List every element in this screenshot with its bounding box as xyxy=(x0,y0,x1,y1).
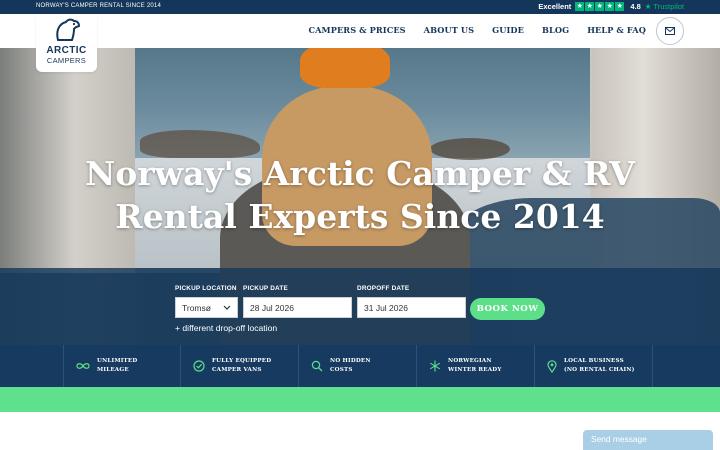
feature-text: FULLY EQUIPPED CAMPER VANS xyxy=(212,358,272,373)
hero-headline: Norway's Arctic Camper & RV Rental Exper… xyxy=(85,154,635,236)
star-icon: ★ xyxy=(575,2,585,11)
feature-item: LOCAL BUSINESS (NO RENTAL CHAIN) xyxy=(535,345,653,387)
nav-campers-prices[interactable]: CAMPERS & PRICES xyxy=(308,25,405,35)
trustpilot-logo: ★ Trustpilot xyxy=(644,2,684,11)
feature-text: NORWEGIAN WINTER READY xyxy=(448,358,502,373)
dropoff-date-field[interactable]: 31 Jul 2026 xyxy=(357,297,466,318)
location-pin-icon xyxy=(547,359,557,373)
features-strip: UNLIMITED MILEAGE FULLY EQUIPPED CAMPER … xyxy=(0,345,720,387)
feature-text: NO HIDDEN COSTS xyxy=(330,358,371,373)
feature-item: FULLY EQUIPPED CAMPER VANS xyxy=(181,345,299,387)
rating-label: Excellent xyxy=(538,2,572,11)
pickup-date-label: PICKUP DATE xyxy=(243,285,288,292)
feature-item: NO HIDDEN COSTS xyxy=(299,345,417,387)
star-icon: ★ xyxy=(595,2,605,11)
snowflake-icon xyxy=(429,360,441,372)
magnifier-icon xyxy=(311,360,323,372)
pickup-location-label: PICKUP LOCATION xyxy=(175,285,237,292)
logo-line2: CAMPERS xyxy=(46,56,87,65)
star-icon: ★ xyxy=(585,2,595,11)
book-now-button[interactable]: BOOK NOW xyxy=(470,298,545,320)
nav-about-us[interactable]: ABOUT US xyxy=(424,25,475,35)
pickup-location-value: Tromsø xyxy=(182,303,211,313)
different-dropoff-link[interactable]: + different drop-off location xyxy=(175,323,277,333)
feature-text: LOCAL BUSINESS (NO RENTAL CHAIN) xyxy=(564,358,635,373)
star-icon: ★ xyxy=(605,2,615,11)
feature-item: UNLIMITED MILEAGE xyxy=(63,345,181,387)
rating-score: 4.8 xyxy=(630,2,641,11)
logo-line1: ARCTIC xyxy=(46,45,87,56)
trustpilot-widget[interactable]: Excellent ★ ★ ★ ★ ★ 4.8 ★ Trustpilot xyxy=(538,2,684,11)
contact-button[interactable] xyxy=(656,17,684,45)
brand-logo[interactable]: ARCTIC CAMPERS xyxy=(36,14,97,72)
pickup-date-value: 28 Jul 2026 xyxy=(250,303,294,313)
dropoff-date-label: DROPOFF DATE xyxy=(357,285,410,292)
main-nav: CAMPERS & PRICES ABOUT US GUIDE BLOG HEL… xyxy=(308,25,646,35)
chevron-down-icon xyxy=(223,305,231,310)
top-bar: NORWAY'S CAMPER RENTAL SINCE 2014 Excell… xyxy=(0,0,720,14)
feature-text: UNLIMITED MILEAGE xyxy=(97,358,138,373)
site-header: CAMPERS & PRICES ABOUT US GUIDE BLOG HEL… xyxy=(0,14,720,48)
green-band xyxy=(0,387,720,412)
pickup-location-select[interactable]: Tromsø xyxy=(175,297,238,318)
nav-guide[interactable]: GUIDE xyxy=(492,25,524,35)
pickup-date-field[interactable]: 28 Jul 2026 xyxy=(243,297,352,318)
star-icon: ★ xyxy=(615,2,625,11)
tagline: NORWAY'S CAMPER RENTAL SINCE 2014 xyxy=(36,3,161,9)
trustpilot-label: Trustpilot xyxy=(653,2,684,11)
nav-help-faq[interactable]: HELP & FAQ xyxy=(587,25,646,35)
dropoff-date-value: 31 Jul 2026 xyxy=(364,303,408,313)
nav-blog[interactable]: BLOG xyxy=(542,25,569,35)
envelope-icon xyxy=(665,27,675,35)
feature-item: NORWEGIAN WINTER READY xyxy=(417,345,535,387)
rating-stars: ★ ★ ★ ★ ★ xyxy=(575,2,625,11)
polar-bear-icon xyxy=(55,18,80,41)
send-message-widget[interactable]: Send message xyxy=(583,430,713,450)
infinity-icon xyxy=(76,363,90,369)
check-circle-icon xyxy=(193,360,205,372)
